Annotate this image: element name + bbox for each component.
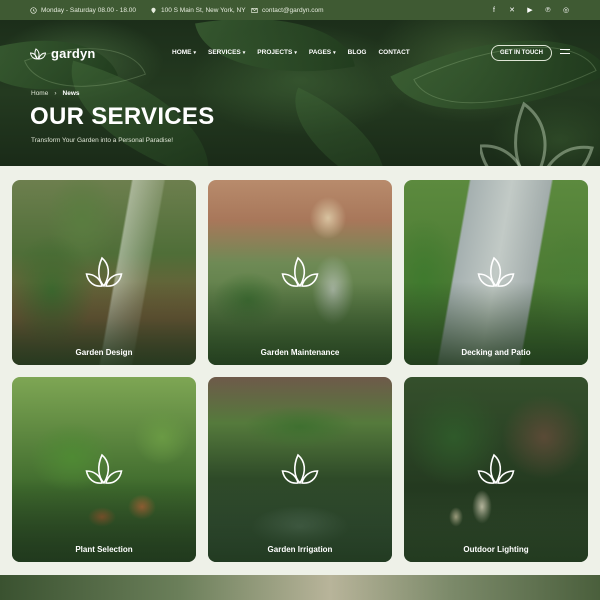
service-card-garden-maintenance[interactable]: Garden Maintenance [208,180,392,365]
email-info[interactable]: contact@gardyn.com [251,7,324,14]
service-card-outdoor-lighting[interactable]: Outdoor Lighting [404,377,588,562]
instagram-icon[interactable]: ◎ [562,6,570,14]
social-links: f ✕ ▶ ℗ ◎ [490,6,570,15]
nav-item-home[interactable]: HOME ▾ [172,49,196,56]
hours-info: Monday - Saturday 08.00 - 18.00 [30,7,136,14]
chevron-down-icon: ▾ [193,49,197,56]
clock-icon [30,6,37,14]
nav-item-pages[interactable]: PAGES ▾ [309,49,336,56]
pinterest-icon[interactable]: ℗ [544,6,552,14]
email-text[interactable]: contact@gardyn.com [262,7,324,14]
leaf-emblem-icon [85,256,123,288]
service-card-garden-irrigation[interactable]: Garden Irrigation [208,377,392,562]
hero-banner: gardyn HOME ▾ SERVICES ▾ PROJECTS ▾ PAGES ▾ … [0,20,600,166]
hours-text: Monday - Saturday 08.00 - 18.00 [41,6,137,14]
nav-label: PROJECTS [257,49,293,56]
service-card-garden-design[interactable]: Garden Design [12,180,196,365]
leaf-emblem-icon [480,101,594,166]
breadcrumb-home[interactable]: Home [31,90,48,97]
leaf-emblem-icon [281,256,319,288]
next-section-image [0,575,600,600]
leaf-emblem-icon [85,453,123,485]
nav-menu: HOME ▾ SERVICES ▾ PROJECTS ▾ PAGES ▾ BLOG CO… [172,49,410,56]
breadcrumb: Home › News [31,90,80,97]
service-label: Garden Design [75,348,133,357]
nav-label: HOME [172,49,192,56]
nav-item-contact[interactable]: CONTACT [378,49,409,56]
foliage-decoration [272,87,408,166]
nav-label: CONTACT [378,49,410,56]
chevron-down-icon: ▾ [333,49,336,56]
youtube-icon[interactable]: ▶ [526,6,534,14]
nav-item-blog[interactable]: BLOG [348,49,367,56]
service-label: Garden Maintenance [260,348,340,357]
nav-label: SERVICES [208,49,241,56]
nav-label: PAGES [308,49,332,56]
chevron-right-icon: › [54,90,57,97]
hamburger-menu-icon[interactable] [560,49,570,57]
page-subtitle: Transform Your Garden into a Personal Pa… [31,137,174,144]
chevron-down-icon: ▾ [242,49,246,56]
service-card-plant-selection[interactable]: Plant Selection [12,377,196,562]
address-info: 100 S Main St, New York, NY [150,7,246,14]
nav-item-projects[interactable]: PROJECTS ▾ [257,49,297,56]
service-label: Garden Irrigation [267,545,333,554]
page-title: OUR SERVICES [30,103,215,130]
nav-item-services[interactable]: SERVICES ▾ [208,49,245,56]
service-label: Outdoor Lighting [463,545,529,554]
logo-text: gardyn [51,46,96,61]
site-logo[interactable]: gardyn [30,46,96,61]
nav-label: BLOG [347,49,367,56]
leaf-emblem-icon [477,256,515,288]
service-card-decking-and-patio[interactable]: Decking and Patio [404,180,588,365]
location-pin-icon [151,7,156,13]
leaf-logo-icon [30,47,46,60]
mail-icon [251,7,258,13]
service-label: Plant Selection [75,545,133,554]
address-text: 100 S Main St, New York, NY [161,6,246,14]
facebook-icon[interactable]: f [490,6,498,14]
top-info-bar: Monday - Saturday 08.00 - 18.00 100 S Ma… [0,0,600,20]
x-icon[interactable]: ✕ [508,6,516,14]
service-label: Decking and Patio [461,348,531,357]
leaf-emblem-icon [477,453,515,485]
chevron-down-icon: ▾ [294,49,297,56]
main-navigation: gardyn HOME ▾ SERVICES ▾ PROJECTS ▾ PAGES ▾ … [0,44,600,64]
leaf-emblem-icon [281,453,319,485]
breadcrumb-current: News [62,90,80,97]
get-in-touch-button[interactable]: GET IN TOUCH [491,45,552,61]
